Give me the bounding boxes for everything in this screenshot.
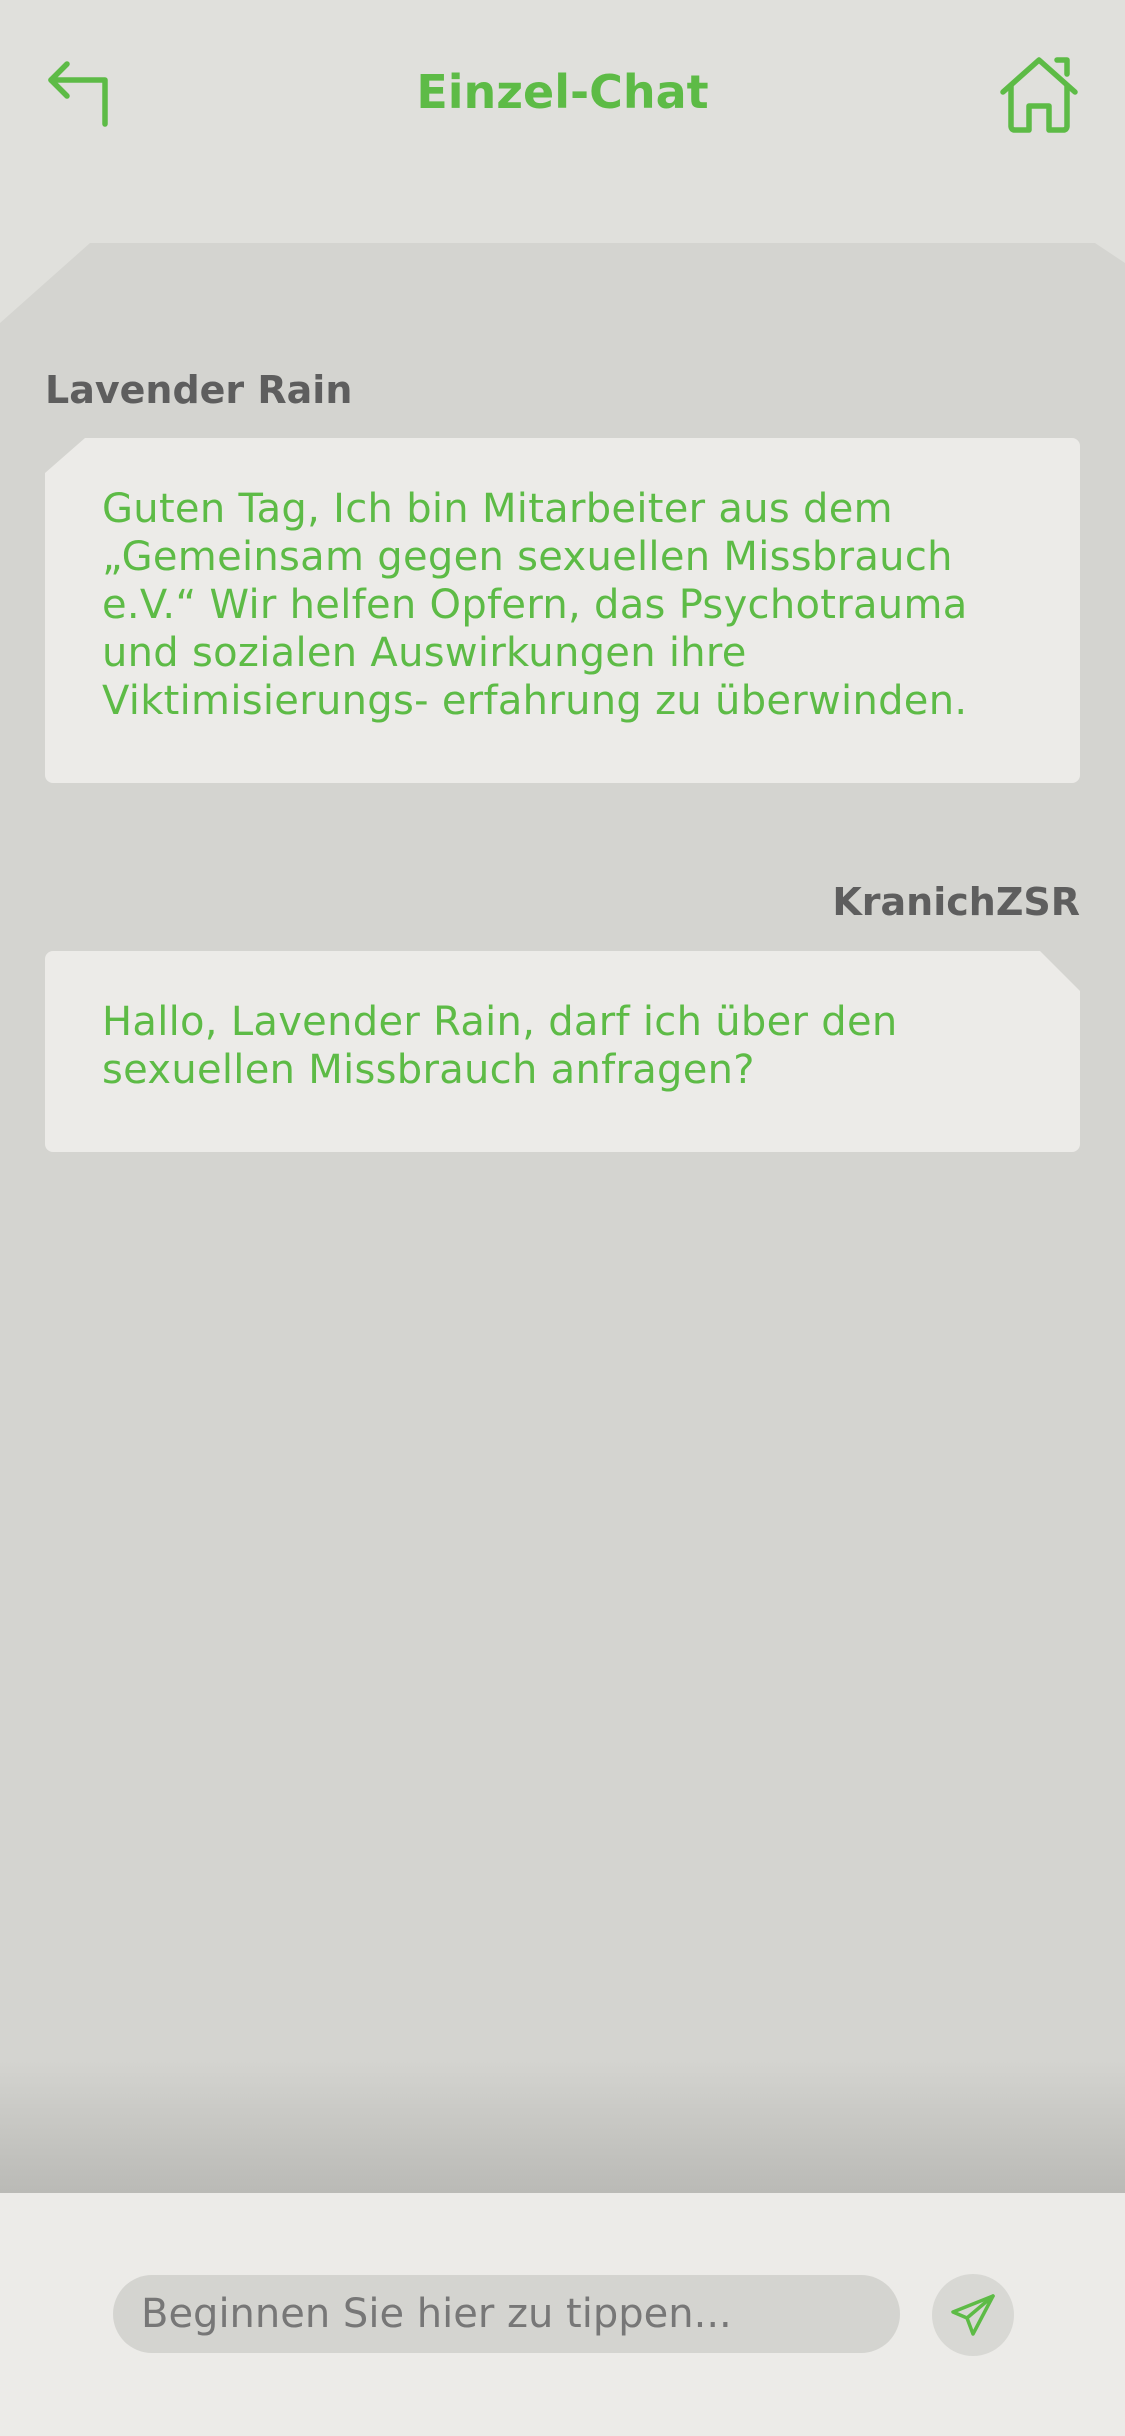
message-sender: KranichZSR xyxy=(832,880,1080,924)
page-title: Einzel-Chat xyxy=(416,65,709,119)
home-button[interactable] xyxy=(997,54,1081,138)
home-icon xyxy=(1000,57,1078,133)
message-input[interactable] xyxy=(113,2275,900,2353)
message-bubble-outgoing: Hallo, Lavender Rain, darf ich über den … xyxy=(45,951,1080,1152)
chat-panel-fade xyxy=(0,2060,1125,2193)
send-button[interactable] xyxy=(932,2274,1014,2356)
message-sender: Lavender Rain xyxy=(45,368,353,412)
app-header: Einzel-Chat xyxy=(0,0,1125,190)
paper-plane-icon xyxy=(951,2294,995,2336)
message-text: Guten Tag, Ich bin Mitarbeiter aus dem „… xyxy=(102,486,968,724)
message-text: Hallo, Lavender Rain, darf ich über den … xyxy=(102,999,898,1093)
message-bubble-incoming: Guten Tag, Ich bin Mitarbeiter aus dem „… xyxy=(45,438,1080,783)
